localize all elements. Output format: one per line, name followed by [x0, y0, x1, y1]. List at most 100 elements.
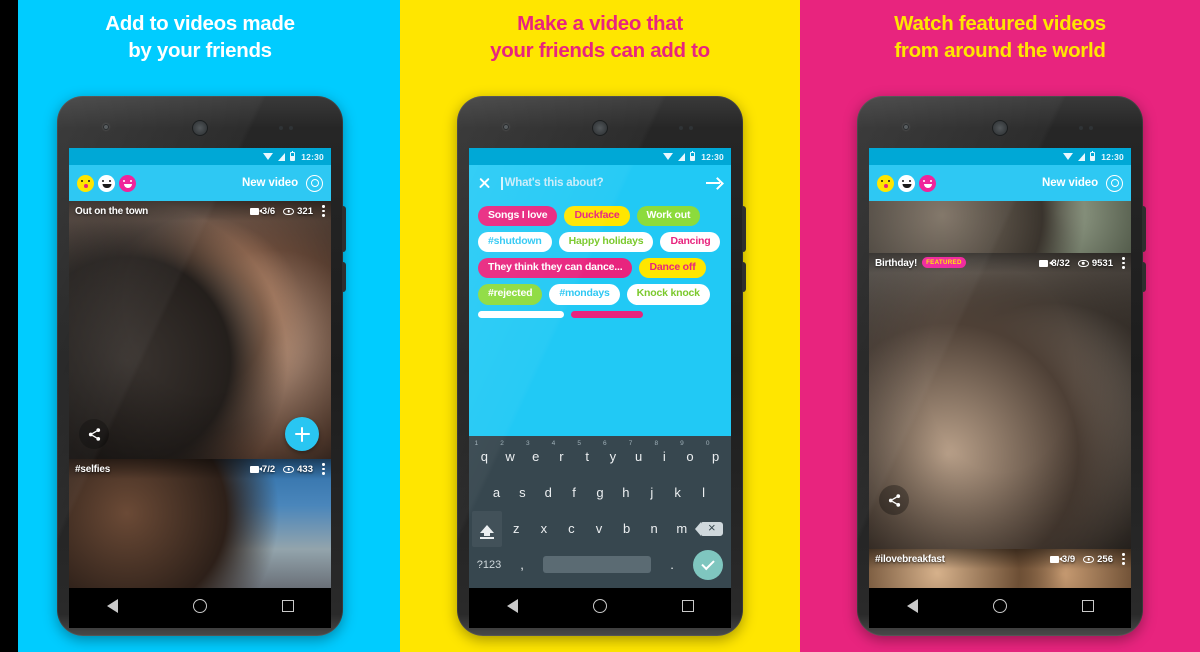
volume-button[interactable] — [742, 262, 746, 292]
power-button[interactable] — [342, 206, 346, 252]
view-count: 321 — [283, 206, 313, 217]
backspace-icon[interactable] — [695, 511, 728, 547]
key-d[interactable]: d — [536, 474, 561, 510]
add-video-fab[interactable] — [285, 417, 319, 451]
key-j[interactable]: j — [639, 474, 664, 510]
video-title: #ilovebreakfast — [875, 553, 945, 565]
new-video-button[interactable]: New video — [242, 177, 298, 189]
proximity-sensor-icon — [279, 126, 299, 130]
back-triangle-icon[interactable] — [906, 599, 918, 613]
front-camera-icon — [503, 124, 509, 130]
tag-chip[interactable]: Songs I love — [478, 206, 558, 227]
tag-chip[interactable]: #shutdown — [478, 232, 552, 253]
share-icon[interactable] — [879, 485, 909, 515]
video-camera-icon — [1039, 259, 1052, 267]
recents-square-icon[interactable] — [681, 600, 694, 612]
close-x-icon[interactable] — [478, 177, 491, 190]
key-n[interactable]: n — [641, 511, 668, 547]
key-t[interactable]: 5t — [575, 438, 600, 474]
earpiece-speaker-icon — [992, 120, 1008, 136]
tag-chip[interactable]: Dance off — [639, 258, 706, 279]
key-w[interactable]: 2w — [498, 438, 523, 474]
android-nav-bar — [469, 588, 731, 624]
space-key[interactable] — [538, 547, 656, 583]
key-z[interactable]: z — [503, 511, 530, 547]
key-c[interactable]: c — [558, 511, 585, 547]
topic-input[interactable]: What's this about? — [501, 176, 696, 190]
recents-square-icon[interactable] — [281, 600, 294, 612]
headline-line-1: Watch featured videos — [894, 12, 1106, 35]
key-p[interactable]: 0p — [703, 438, 728, 474]
key-h[interactable]: h — [613, 474, 638, 510]
keyboard-row-3: z x c v b n m — [471, 510, 728, 547]
tag-chip[interactable]: #mondays — [549, 284, 620, 305]
view-count-value: 321 — [297, 205, 313, 217]
video-card-header: Birthday! FEATURED 8/32 9531 — [869, 253, 1131, 273]
clip-count: 8/32 — [1039, 258, 1070, 269]
tag-chip-partial[interactable] — [571, 310, 643, 318]
key-k[interactable]: k — [665, 474, 690, 510]
shift-arrow-icon[interactable] — [471, 510, 502, 547]
signal-icon — [1078, 152, 1086, 161]
new-video-button[interactable]: New video — [1042, 177, 1098, 189]
tag-chip[interactable]: Work out — [636, 206, 701, 227]
recents-square-icon[interactable] — [1081, 600, 1094, 612]
keyboard-row-1: 1q 2w 3e 4r 5t 6y 7u 8i 9o 0p — [472, 438, 728, 474]
tag-chip[interactable]: They think they can dance... — [478, 258, 633, 279]
signal-icon — [278, 152, 286, 161]
comma-key[interactable]: , — [509, 547, 535, 583]
home-circle-icon[interactable] — [592, 599, 607, 613]
key-e[interactable]: 3e — [523, 438, 548, 474]
key-g[interactable]: g — [588, 474, 613, 510]
tag-chip[interactable]: Dancing — [660, 232, 721, 253]
panel-1-headline: Add to videos made by your friends — [0, 10, 400, 65]
back-triangle-icon[interactable] — [506, 599, 518, 613]
period-key[interactable]: . — [659, 547, 685, 583]
key-v[interactable]: v — [586, 511, 613, 547]
promo-screenshot-strip: Add to videos made by your friends 12:30 — [0, 0, 1200, 652]
gear-icon[interactable] — [306, 174, 323, 192]
symbols-key[interactable]: ?123 — [472, 547, 506, 583]
key-a[interactable]: a — [484, 474, 509, 510]
key-s[interactable]: s — [510, 474, 535, 510]
arrow-right-icon[interactable] — [706, 178, 722, 189]
tag-chip[interactable]: Happy holidays — [558, 232, 654, 253]
clip-count-value: 3/9 — [1061, 553, 1076, 565]
key-u[interactable]: 7u — [626, 438, 651, 474]
kebab-menu-icon[interactable] — [322, 205, 325, 217]
key-m[interactable]: m — [668, 511, 695, 547]
video-card[interactable]: #selfies 7/2 433 — [69, 459, 331, 588]
back-triangle-icon[interactable] — [106, 599, 118, 613]
key-l[interactable]: l — [691, 474, 716, 510]
gear-icon[interactable] — [1106, 174, 1123, 192]
kebab-menu-icon[interactable] — [1122, 553, 1125, 565]
video-card[interactable]: #ilovebreakfast 3/9 256 — [869, 549, 1131, 588]
tag-chip[interactable]: Knock knock — [626, 284, 710, 305]
power-button[interactable] — [1142, 206, 1146, 252]
kebab-menu-icon[interactable] — [1122, 257, 1125, 269]
check-icon[interactable] — [688, 547, 728, 583]
screen-chin — [469, 624, 731, 628]
key-f[interactable]: f — [562, 474, 587, 510]
video-card[interactable]: Out on the town 3/6 321 — [69, 201, 331, 459]
key-i[interactable]: 8i — [652, 438, 677, 474]
video-card[interactable]: Birthday! FEATURED 8/32 9531 — [869, 253, 1131, 549]
key-r[interactable]: 4r — [549, 438, 574, 474]
key-y[interactable]: 6y — [601, 438, 626, 474]
home-circle-icon[interactable] — [992, 599, 1007, 613]
kebab-menu-icon[interactable] — [322, 463, 325, 475]
key-b[interactable]: b — [613, 511, 640, 547]
share-icon[interactable] — [79, 419, 109, 449]
clip-count-value: 3/6 — [261, 205, 276, 217]
volume-button[interactable] — [342, 262, 346, 292]
tag-chip[interactable]: #rejected — [478, 284, 543, 305]
tag-chip[interactable]: Duckface — [564, 206, 630, 227]
key-o[interactable]: 9o — [678, 438, 703, 474]
tag-chip-partial[interactable] — [478, 310, 564, 318]
volume-button[interactable] — [1142, 262, 1146, 292]
key-x[interactable]: x — [531, 511, 558, 547]
home-circle-icon[interactable] — [192, 599, 207, 613]
android-nav-bar — [69, 588, 331, 624]
power-button[interactable] — [742, 206, 746, 252]
key-q[interactable]: 1q — [472, 438, 497, 474]
